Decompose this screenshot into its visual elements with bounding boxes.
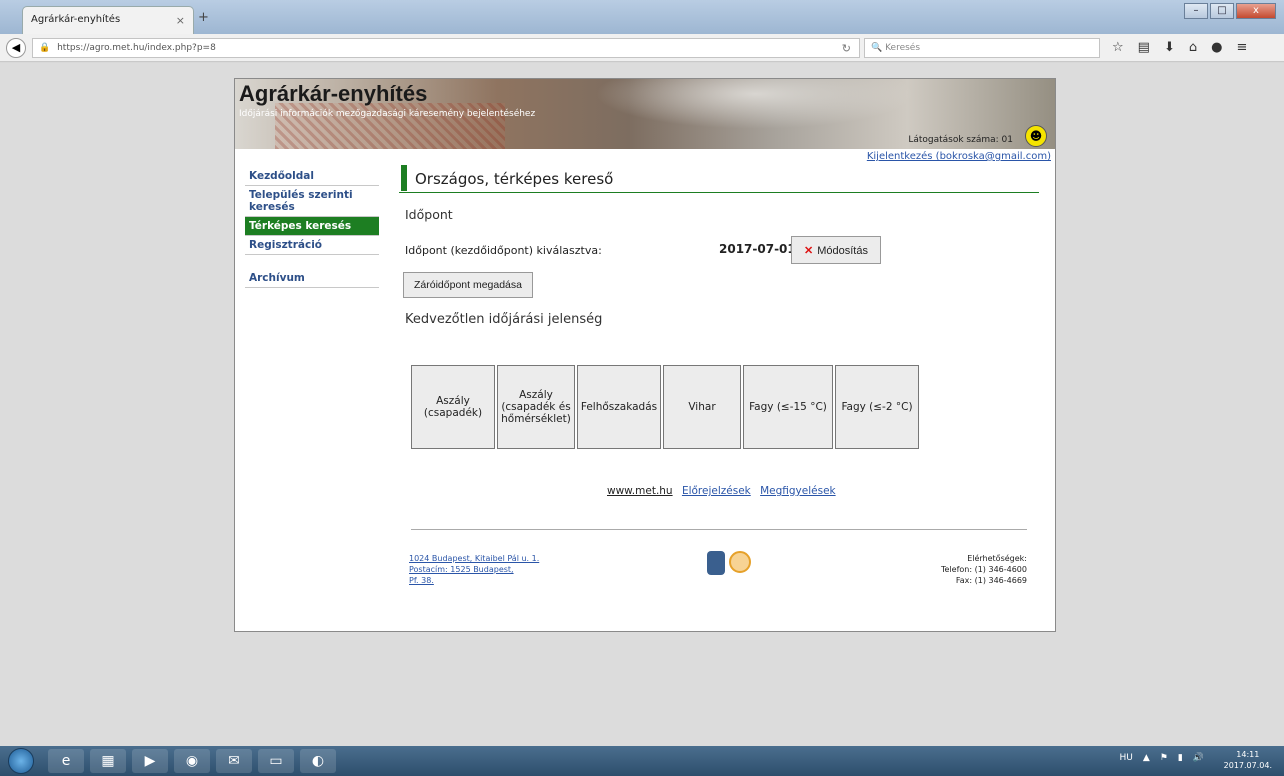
- toolbar-icons: ☆ ▤ ⬇ ⌂ ● ≡: [1112, 40, 1247, 55]
- sidebar-item-settlement-search[interactable]: Település szerinti keresés: [245, 186, 379, 217]
- tray-arrow-icon[interactable]: ▲: [1143, 753, 1150, 763]
- phenomenon-frost-2[interactable]: Fagy (≤-2 °C): [835, 365, 919, 449]
- folder-icon[interactable]: ▭: [258, 749, 294, 773]
- download-icon[interactable]: ⬇: [1164, 40, 1175, 55]
- browser-nav-bar: ◀ 🔒 https://agro.met.hu/index.php?p=8 ↻ …: [0, 34, 1284, 62]
- close-window-button[interactable]: x: [1236, 3, 1276, 19]
- contact-line: Elérhetőségek:: [967, 554, 1027, 563]
- phenomenon-heading: Kedvezőtlen időjárási jelenség: [405, 312, 603, 327]
- banner-image-clouds: [595, 79, 915, 129]
- link-met-hu[interactable]: www.met.hu: [607, 485, 673, 497]
- volume-icon[interactable]: 🔊: [1193, 753, 1204, 763]
- contact-line: Telefon: (1) 346-4600: [940, 565, 1027, 574]
- clock-date: 2017.07.04.: [1223, 761, 1272, 770]
- site-banner: Agrárkár-enyhítés Időjárási információk …: [235, 79, 1055, 149]
- search-placeholder: Keresés: [885, 43, 921, 53]
- address-line: 1024 Budapest, Kitaibel Pál u. 1.: [409, 554, 540, 563]
- minimize-button[interactable]: –: [1184, 3, 1208, 19]
- phenomenon-storm[interactable]: Vihar: [663, 365, 741, 449]
- url-text: https://agro.met.hu/index.php?p=8: [57, 43, 216, 53]
- phenomenon-drought-precip-temp[interactable]: Aszály (csapadék és hőmérséklet): [497, 365, 575, 449]
- reading-list-icon[interactable]: ▤: [1138, 40, 1150, 55]
- contact-line: Fax: (1) 346-4669: [955, 576, 1027, 585]
- main-content: Országos, térképes kereső Időpont Időpon…: [399, 165, 1039, 449]
- maximize-button[interactable]: □: [1210, 3, 1234, 19]
- address-line: Postacím: 1525 Budapest,: [409, 565, 514, 574]
- link-observations[interactable]: Megfigyelések: [760, 485, 836, 497]
- time-heading: Időpont: [405, 207, 453, 222]
- page-title-text: Országos, térképes kereső: [415, 170, 614, 188]
- start-button[interactable]: [8, 748, 34, 774]
- lock-icon: 🔒: [39, 43, 51, 53]
- home-icon[interactable]: ⌂: [1189, 40, 1197, 55]
- address-line: Pf. 38.: [409, 576, 434, 585]
- date-row: Időpont (kezdőidőpont) kiválasztva: 2017…: [399, 236, 1039, 268]
- clock[interactable]: 14:11 2017.07.04.: [1224, 749, 1272, 771]
- tab-title: Agrárkár-enyhítés: [31, 14, 121, 25]
- browser-title-bar: Agrárkár-enyhítés × + – □ x: [0, 0, 1284, 34]
- menu-icon[interactable]: ≡: [1236, 40, 1247, 55]
- pocket-icon[interactable]: ●: [1211, 40, 1222, 55]
- sidebar-menu: Kezdőoldal Település szerinti keresés Té…: [245, 167, 379, 288]
- search-input[interactable]: 🔍 Keresés: [864, 38, 1100, 58]
- chrome-icon[interactable]: ◉: [174, 749, 210, 773]
- media-player-icon[interactable]: ▶: [132, 749, 168, 773]
- phenomenon-buttons: Aszály (csapadék) Aszály (csapadék és hő…: [411, 365, 1039, 449]
- tab-close-icon[interactable]: ×: [176, 14, 185, 27]
- sidebar-item-home[interactable]: Kezdőoldal: [245, 167, 379, 186]
- footer-links: www.met.hu Előrejelzések Megfigyelések: [607, 485, 842, 497]
- link-forecasts[interactable]: Előrejelzések: [682, 485, 751, 497]
- network-icon[interactable]: ▮: [1178, 753, 1183, 763]
- firefox-icon[interactable]: ◐: [300, 749, 336, 773]
- accessibility-icon[interactable]: ☻: [1025, 125, 1047, 147]
- site-title: Agrárkár-enyhítés: [239, 81, 428, 106]
- search-icon: 🔍: [871, 43, 886, 53]
- language-indicator[interactable]: HU: [1119, 753, 1132, 763]
- bookmark-star-icon[interactable]: ☆: [1112, 40, 1124, 55]
- new-tab-button[interactable]: +: [198, 10, 209, 25]
- sidebar-item-registration[interactable]: Regisztráció: [245, 236, 379, 255]
- start-date-value: 2017-07-01: [719, 242, 796, 256]
- logout-link[interactable]: Kijelentkezés (bokroska@gmail.com): [867, 151, 1051, 162]
- footer-contact: Elérhetőségek: Telefon: (1) 346-4600 Fax…: [941, 553, 1027, 586]
- modify-label: Módosítás: [817, 244, 868, 257]
- back-arrow-icon[interactable]: ◀: [6, 38, 26, 58]
- ie-icon[interactable]: e: [48, 749, 84, 773]
- close-icon: ✕: [804, 244, 814, 257]
- title-accent-bar: [401, 165, 407, 191]
- phenomenon-cloudburst[interactable]: Felhőszakadás: [577, 365, 661, 449]
- windows-taskbar: e ▦ ▶ ◉ ✉ ▭ ◐ HU ▲ ⚑ ▮ 🔊 14:11 2017.07.0…: [0, 746, 1284, 776]
- footer-address[interactable]: 1024 Budapest, Kitaibel Pál u. 1. Postac…: [409, 553, 539, 586]
- site-subtitle: Időjárási információk mezőgazdasági káre…: [239, 109, 536, 119]
- visitor-counter: Látogatások száma: 01: [908, 135, 1013, 145]
- footer-divider: [411, 529, 1027, 530]
- phenomenon-drought-precip[interactable]: Aszály (csapadék): [411, 365, 495, 449]
- system-tray: HU ▲ ⚑ ▮ 🔊: [1119, 753, 1204, 763]
- modify-button[interactable]: ✕ Módosítás: [791, 236, 881, 264]
- iso-logo-icon: [729, 551, 751, 573]
- file-explorer-icon[interactable]: ▦: [90, 749, 126, 773]
- omsz-logo-icon: [707, 551, 725, 575]
- browser-tab[interactable]: Agrárkár-enyhítés ×: [22, 6, 194, 34]
- reload-icon[interactable]: ↻: [842, 42, 851, 55]
- sidebar-item-map-search[interactable]: Térképes keresés: [245, 217, 379, 236]
- start-date-label: Időpont (kezdőidőpont) kiválasztva:: [405, 244, 602, 257]
- taskbar-apps: e ▦ ▶ ◉ ✉ ▭ ◐: [48, 749, 336, 773]
- sidebar-item-archive[interactable]: Archívum: [245, 269, 379, 288]
- address-bar[interactable]: 🔒 https://agro.met.hu/index.php?p=8 ↻: [32, 38, 860, 58]
- website-container: Agrárkár-enyhítés Időjárási információk …: [234, 78, 1056, 632]
- flag-icon[interactable]: ⚑: [1160, 753, 1168, 763]
- phenomenon-frost-15[interactable]: Fagy (≤-15 °C): [743, 365, 833, 449]
- page-title: Országos, térképes kereső: [399, 165, 1039, 193]
- footer-logos: [707, 551, 751, 575]
- clock-time: 14:11: [1236, 750, 1260, 759]
- outlook-icon[interactable]: ✉: [216, 749, 252, 773]
- end-date-button[interactable]: Záróidőpont megadása: [403, 272, 533, 298]
- window-controls: – □ x: [1184, 3, 1276, 19]
